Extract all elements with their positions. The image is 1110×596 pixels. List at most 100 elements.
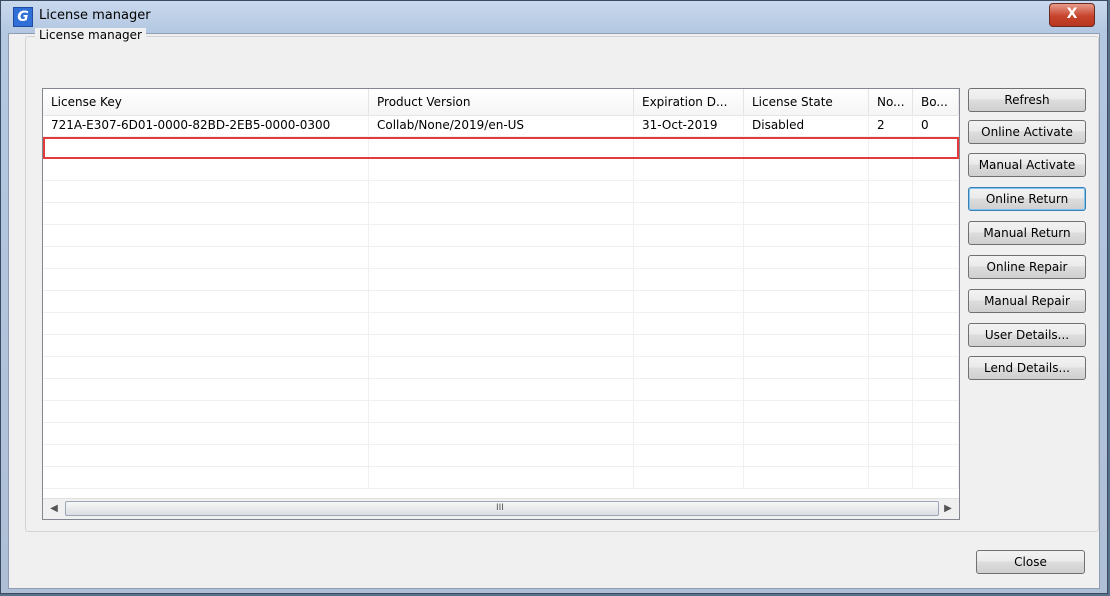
arrow-left-icon[interactable]: ◀ [47, 502, 61, 516]
empty-cell [869, 423, 913, 444]
app-logo-icon: G [13, 7, 33, 27]
empty-cell [869, 401, 913, 422]
table-row[interactable]: 721A-E307-6D01-0000-82BD-2EB5-0000-0300 … [43, 115, 959, 137]
empty-cell [634, 247, 744, 268]
manual-return-button[interactable]: Manual Return [968, 221, 1086, 245]
column-product-version[interactable]: Product Version [369, 89, 634, 115]
empty-table-row [43, 467, 959, 489]
manual-repair-button[interactable]: Manual Repair [968, 289, 1086, 313]
empty-cell [744, 203, 869, 224]
empty-cell [369, 269, 634, 290]
online-activate-button[interactable]: Online Activate [968, 120, 1086, 144]
empty-cell [913, 247, 959, 268]
empty-cell [43, 247, 369, 268]
empty-cell [43, 401, 369, 422]
empty-cell [634, 423, 744, 444]
empty-cell [43, 203, 369, 224]
empty-cell [744, 159, 869, 180]
empty-cell [913, 379, 959, 400]
empty-cell [369, 247, 634, 268]
empty-cell [869, 159, 913, 180]
online-return-button[interactable]: Online Return [968, 187, 1086, 211]
empty-table-row [43, 401, 959, 423]
empty-table-row [43, 203, 959, 225]
empty-cell [744, 445, 869, 466]
empty-cell [869, 181, 913, 202]
empty-cell [43, 225, 369, 246]
empty-table-row [43, 269, 959, 291]
empty-cell [744, 401, 869, 422]
empty-cell [869, 291, 913, 312]
empty-cell [913, 269, 959, 290]
empty-cell [43, 445, 369, 466]
empty-cell [369, 313, 634, 334]
empty-cell [369, 423, 634, 444]
empty-cell [634, 401, 744, 422]
cell-state: Disabled [744, 115, 869, 136]
empty-cell [869, 379, 913, 400]
empty-table-row [43, 357, 959, 379]
empty-cell [43, 159, 369, 180]
online-repair-button[interactable]: Online Repair [968, 255, 1086, 279]
empty-cell [913, 357, 959, 378]
column-no[interactable]: No... [869, 89, 913, 115]
empty-cell [634, 181, 744, 202]
window-title: License manager [39, 8, 151, 23]
close-button[interactable]: Close [976, 550, 1085, 574]
empty-cell [369, 335, 634, 356]
cell-product-version: Collab/None/2019/en-US [369, 115, 634, 136]
refresh-button[interactable]: Refresh [968, 88, 1086, 112]
empty-cell [634, 445, 744, 466]
empty-cell [869, 269, 913, 290]
empty-cell [869, 203, 913, 224]
empty-table-row [43, 291, 959, 313]
empty-cell [744, 467, 869, 488]
empty-cell [43, 313, 369, 334]
license-table[interactable]: License Key Product Version Expiration D… [42, 88, 960, 520]
empty-cell [744, 357, 869, 378]
empty-cell [369, 401, 634, 422]
empty-cell [913, 313, 959, 334]
empty-cell [869, 225, 913, 246]
empty-cell [369, 225, 634, 246]
empty-cell [869, 357, 913, 378]
column-expiration-date[interactable]: Expiration D... [634, 89, 744, 115]
arrow-right-icon[interactable]: ▶ [941, 502, 955, 516]
empty-cell [634, 357, 744, 378]
empty-cell [869, 313, 913, 334]
cell-license-key: 721A-E307-6D01-0000-82BD-2EB5-0000-0300 [43, 115, 369, 136]
empty-table-row [43, 379, 959, 401]
empty-cell [913, 181, 959, 202]
user-details-button[interactable]: User Details... [968, 323, 1086, 347]
empty-cell [869, 335, 913, 356]
empty-cell [43, 335, 369, 356]
table-header: License Key Product Version Expiration D… [43, 89, 959, 116]
empty-cell [634, 203, 744, 224]
scrollbar-thumb[interactable]: III [65, 501, 939, 516]
empty-table-row [43, 335, 959, 357]
empty-cell [369, 159, 634, 180]
column-bo[interactable]: Bo... [913, 89, 959, 115]
empty-table-row [43, 181, 959, 203]
cell-no: 2 [869, 115, 913, 136]
empty-table-row [43, 313, 959, 335]
empty-cell [634, 159, 744, 180]
empty-cell [744, 247, 869, 268]
empty-cell [869, 467, 913, 488]
empty-cell [369, 467, 634, 488]
empty-cell [913, 291, 959, 312]
empty-cell [43, 269, 369, 290]
title-bar[interactable]: G License manager X [1, 1, 1107, 33]
empty-cell [43, 181, 369, 202]
manual-activate-button[interactable]: Manual Activate [968, 153, 1086, 177]
column-license-state[interactable]: License State [744, 89, 869, 115]
empty-cell [43, 379, 369, 400]
empty-cell [869, 445, 913, 466]
empty-cell [744, 225, 869, 246]
group-label: License manager [35, 28, 146, 42]
column-license-key[interactable]: License Key [43, 89, 369, 115]
lend-details-button[interactable]: Lend Details... [968, 356, 1086, 380]
horizontal-scrollbar[interactable]: ◀ III ▶ [43, 498, 959, 519]
empty-cell [369, 291, 634, 312]
window-close-button[interactable]: X [1049, 3, 1095, 27]
